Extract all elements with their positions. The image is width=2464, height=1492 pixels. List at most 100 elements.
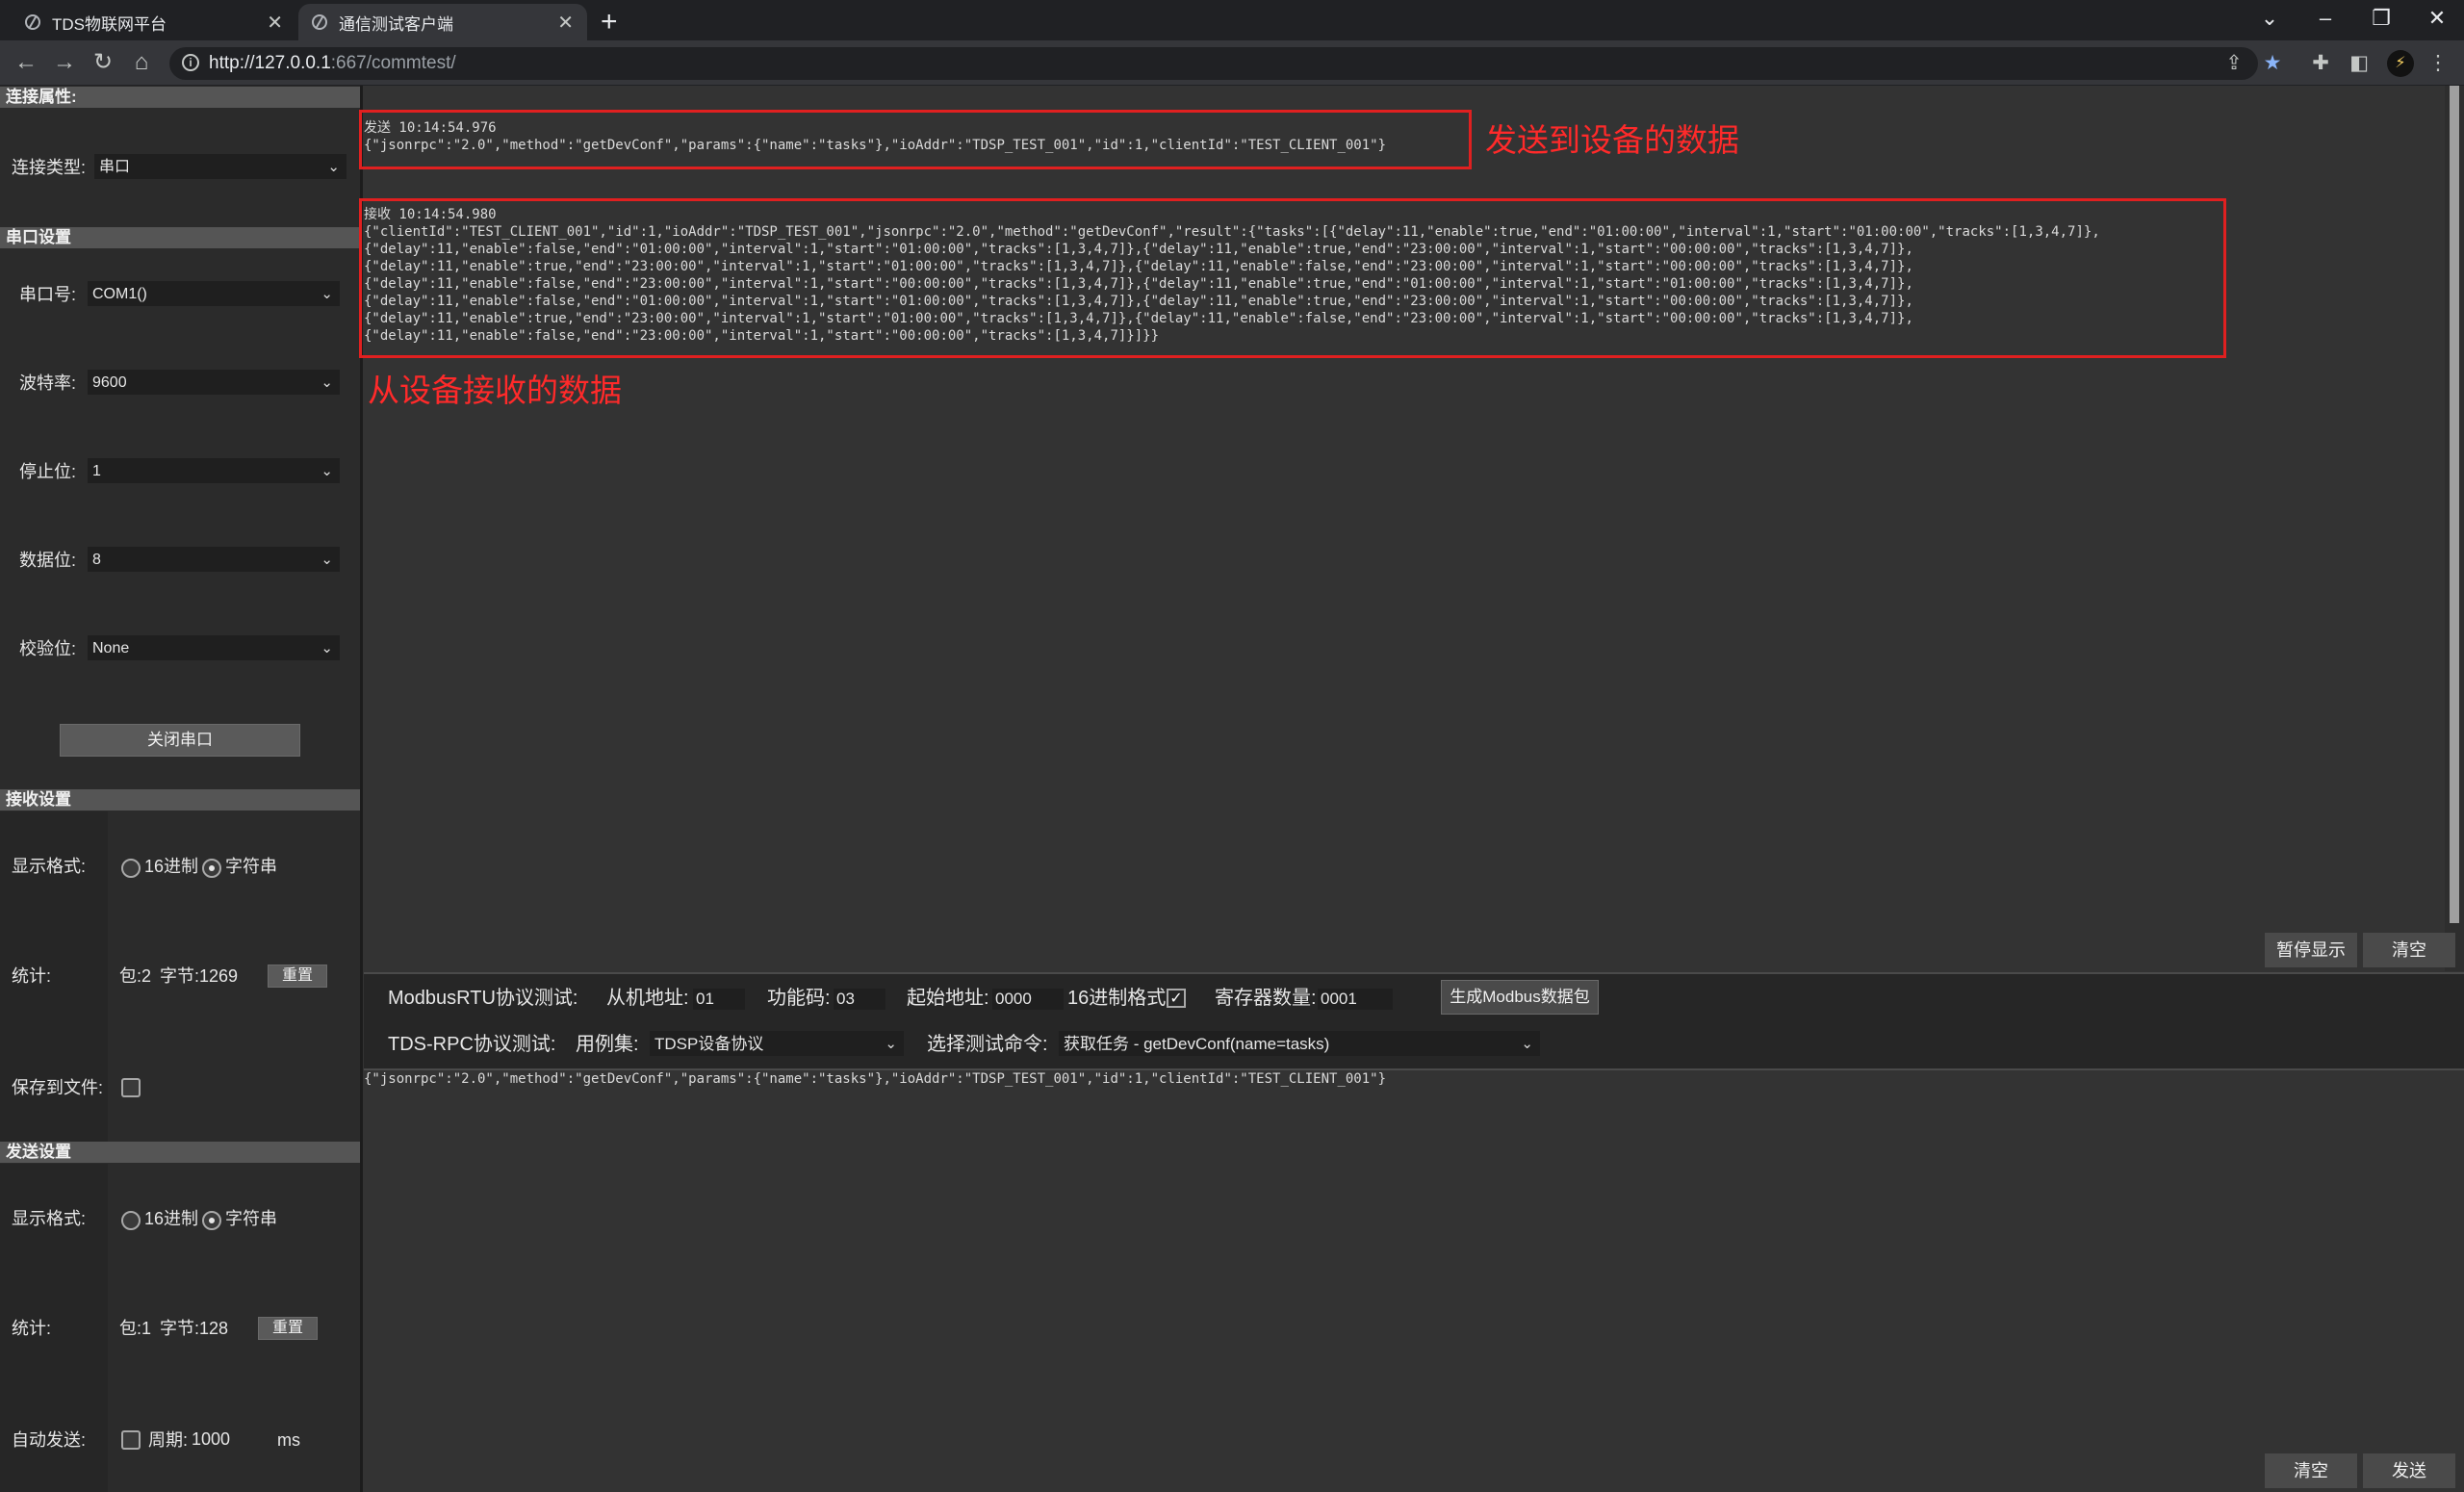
chevron-down-icon: ⌄	[321, 463, 333, 479]
tdsrpc-title: TDS-RPC协议测试:	[388, 1034, 556, 1055]
section-receive: 接收设置	[0, 789, 360, 810]
conn-type-select[interactable]: 串口 ⌄	[94, 154, 346, 179]
recv-hex-label: 16进制	[144, 857, 199, 876]
send-reset-button[interactable]: 重置	[258, 1317, 318, 1340]
reload-icon[interactable]: ↻	[87, 48, 119, 77]
period-unit: ms	[277, 1430, 300, 1450]
send-hex-radio[interactable]	[121, 1211, 141, 1230]
url-path: :667/commtest/	[330, 53, 456, 73]
period-input[interactable]: 1000	[189, 1428, 275, 1452]
baud-value: 9600	[92, 374, 127, 391]
databits-label: 数据位:	[19, 551, 77, 570]
close-icon[interactable]: ✕	[267, 11, 283, 35]
send-string-radio[interactable]	[202, 1211, 221, 1230]
port-select[interactable]: COM1() ⌄	[88, 281, 340, 306]
section-connection: 连接属性:	[0, 87, 360, 108]
baud-select[interactable]: 9600 ⌄	[88, 370, 340, 395]
auto-send-checkbox[interactable]	[121, 1430, 141, 1450]
chevron-down-icon: ⌄	[1521, 1036, 1533, 1052]
parity-select[interactable]: None ⌄	[88, 635, 340, 660]
parity-label: 校验位:	[19, 639, 77, 658]
clear-send-button[interactable]: 清空	[2265, 1453, 2357, 1488]
send-packet-count: 包:1	[119, 1319, 152, 1338]
recv-string-radio[interactable]	[202, 859, 221, 878]
case-set-select[interactable]: TDSP设备协议 ⌄	[650, 1031, 904, 1056]
test-command-select[interactable]: 获取任务 - getDevConf(name=tasks) ⌄	[1059, 1031, 1540, 1056]
conn-type-label: 连接类型:	[12, 158, 87, 177]
start-address-label: 起始地址:	[907, 988, 989, 1009]
sent-highlight-box	[359, 110, 1472, 169]
slave-address-label: 从机地址:	[606, 988, 689, 1009]
forward-icon[interactable]: →	[48, 48, 81, 77]
recv-reset-button[interactable]: 重置	[268, 965, 327, 988]
home-icon[interactable]: ⌂	[125, 48, 158, 77]
annotation-recv-label: 从设备接收的数据	[368, 373, 622, 408]
send-string-label: 字符串	[225, 1209, 277, 1228]
recv-packet-count: 包:2	[119, 966, 152, 986]
chevron-down-icon: ⌄	[327, 159, 340, 175]
parity-value: None	[92, 640, 130, 656]
test-command-label: 选择测试命令:	[927, 1034, 1048, 1055]
modbus-title: ModbusRTU协议测试:	[388, 988, 578, 1009]
recv-format-label: 显示格式:	[12, 857, 87, 876]
window-close-icon[interactable]: ✕	[2410, 4, 2464, 33]
register-count-input[interactable]: 0001	[1318, 989, 1393, 1010]
close-port-button[interactable]: 关闭串口	[60, 724, 300, 757]
function-code-input[interactable]: 03	[834, 989, 886, 1010]
chevron-down-icon: ⌄	[321, 286, 333, 302]
hex-format-label: 16进制格式	[1067, 988, 1167, 1009]
recv-string-label: 字符串	[225, 857, 277, 876]
chevron-down-icon: ⌄	[885, 1036, 897, 1052]
log-scrollbar-thumb[interactable]	[2450, 86, 2459, 923]
baud-label: 波特率:	[19, 373, 77, 393]
minimize-icon[interactable]: –	[2298, 4, 2352, 33]
close-icon[interactable]: ✕	[557, 11, 574, 35]
tab-title: TDS物联网平台	[52, 14, 167, 34]
save-file-checkbox[interactable]	[121, 1078, 141, 1097]
address-bar[interactable]	[169, 47, 2258, 80]
send-button[interactable]: 发送	[2363, 1453, 2455, 1488]
stopbits-value: 1	[92, 463, 101, 479]
send-textarea[interactable]: {"jsonrpc":"2.0","method":"getDevConf","…	[364, 1070, 1386, 1088]
restore-icon[interactable]: ❐	[2354, 4, 2408, 33]
stopbits-select[interactable]: 1 ⌄	[88, 458, 340, 483]
site-info-icon[interactable]: i	[182, 54, 199, 71]
annotation-sent-label: 发送到设备的数据	[1485, 122, 1739, 158]
save-file-label: 保存到文件:	[12, 1078, 104, 1097]
send-stats-label: 统计:	[12, 1319, 52, 1338]
stopbits-label: 停止位:	[19, 462, 77, 481]
clear-log-button[interactable]: 清空	[2363, 933, 2455, 967]
browser-tab-tds-platform[interactable]: TDS物联网平台 ✕	[12, 4, 296, 40]
menu-kebab-icon[interactable]: ⋮	[2424, 50, 2452, 77]
chevron-down-icon: ⌄	[321, 374, 333, 391]
profile-avatar[interactable]: ⚡	[2387, 50, 2414, 77]
section-send: 发送设置	[0, 1142, 360, 1163]
hex-format-checkbox[interactable]: ✓	[1167, 989, 1186, 1008]
url-text[interactable]: http://127.0.0.1:667/commtest/	[209, 52, 456, 75]
share-icon[interactable]: ⇪	[2220, 50, 2248, 77]
port-label: 串口号:	[19, 285, 77, 304]
bookmark-star-icon[interactable]: ★	[2258, 50, 2287, 77]
browser-tab-comm-test[interactable]: 通信测试客户端 ✕	[298, 4, 587, 40]
side-panel-icon[interactable]: ◧	[2345, 50, 2374, 77]
slave-address-input[interactable]: 01	[693, 989, 745, 1010]
databits-select[interactable]: 8 ⌄	[88, 547, 340, 572]
tab-search-chevron-icon[interactable]: ⌄	[2243, 4, 2297, 33]
generate-modbus-button[interactable]: 生成Modbus数据包	[1441, 980, 1599, 1015]
back-icon[interactable]: ←	[10, 48, 42, 77]
section-serial: 串口设置	[0, 227, 360, 248]
function-code-label: 功能码:	[767, 988, 831, 1009]
recv-byte-count: 字节:1269	[160, 966, 239, 986]
chevron-down-icon: ⌄	[321, 552, 333, 568]
url-host: http://127.0.0.1	[209, 53, 331, 73]
pause-display-button[interactable]: 暂停显示	[2265, 933, 2357, 967]
recv-hex-radio[interactable]	[121, 859, 141, 878]
start-address-input[interactable]: 0000	[992, 989, 1064, 1010]
case-set-label: 用例集:	[576, 1034, 639, 1055]
send-byte-count: 字节:128	[160, 1319, 229, 1338]
auto-send-label: 自动发送:	[12, 1430, 87, 1450]
new-tab-icon[interactable]: +	[601, 8, 618, 37]
send-format-label: 显示格式:	[12, 1209, 87, 1228]
databits-value: 8	[92, 552, 101, 568]
extensions-puzzle-icon[interactable]: ✚	[2306, 50, 2335, 77]
